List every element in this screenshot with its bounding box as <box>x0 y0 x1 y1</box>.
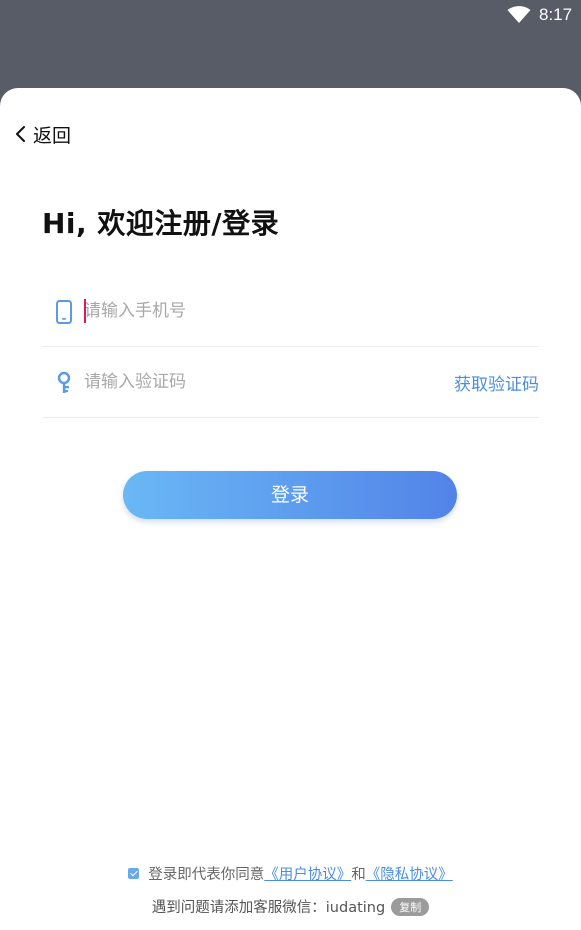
agreement-checkbox[interactable] <box>128 868 140 879</box>
back-button[interactable]: 返回 <box>14 121 71 147</box>
agreement-prefix: 登录即代表你同意 <box>148 867 265 883</box>
agreement-and: 和 <box>351 867 366 883</box>
status-bar: 8:17 <box>0 0 581 32</box>
support-text: 遇到问题请添加客服微信： <box>151 900 326 916</box>
login-button[interactable]: 登录 <box>123 471 457 519</box>
chevron-left-icon <box>16 126 25 142</box>
agreement-line: 登录即代表你同意《用户协议》和《隐私协议》 <box>0 863 581 884</box>
phone-field <box>42 276 539 347</box>
get-code-button[interactable]: 获取验证码 <box>454 370 539 395</box>
phone-icon <box>56 300 72 324</box>
back-label: 返回 <box>33 124 72 147</box>
user-agreement-link[interactable]: 《用户协议》 <box>264 867 351 883</box>
copy-button[interactable]: 复制 <box>391 898 430 916</box>
text-caret <box>84 299 86 323</box>
key-icon <box>57 371 71 393</box>
phone-input[interactable] <box>84 296 444 326</box>
wechat-id: iudating <box>325 900 386 916</box>
support-line: 遇到问题请添加客服微信：iudating 复制 <box>0 896 581 917</box>
code-input[interactable] <box>84 367 444 397</box>
status-time: 8:17 <box>539 5 573 24</box>
page-title: Hi, 欢迎注册/登录 <box>42 207 280 240</box>
code-field: 获取验证码 <box>42 347 539 418</box>
login-sheet: 返回 Hi, 欢迎注册/登录 获取验证码 登录 登录即代表你同意《用户协议》和《… <box>0 88 581 930</box>
privacy-agreement-link[interactable]: 《隐私协议》 <box>366 867 453 883</box>
wifi-icon <box>507 6 531 23</box>
